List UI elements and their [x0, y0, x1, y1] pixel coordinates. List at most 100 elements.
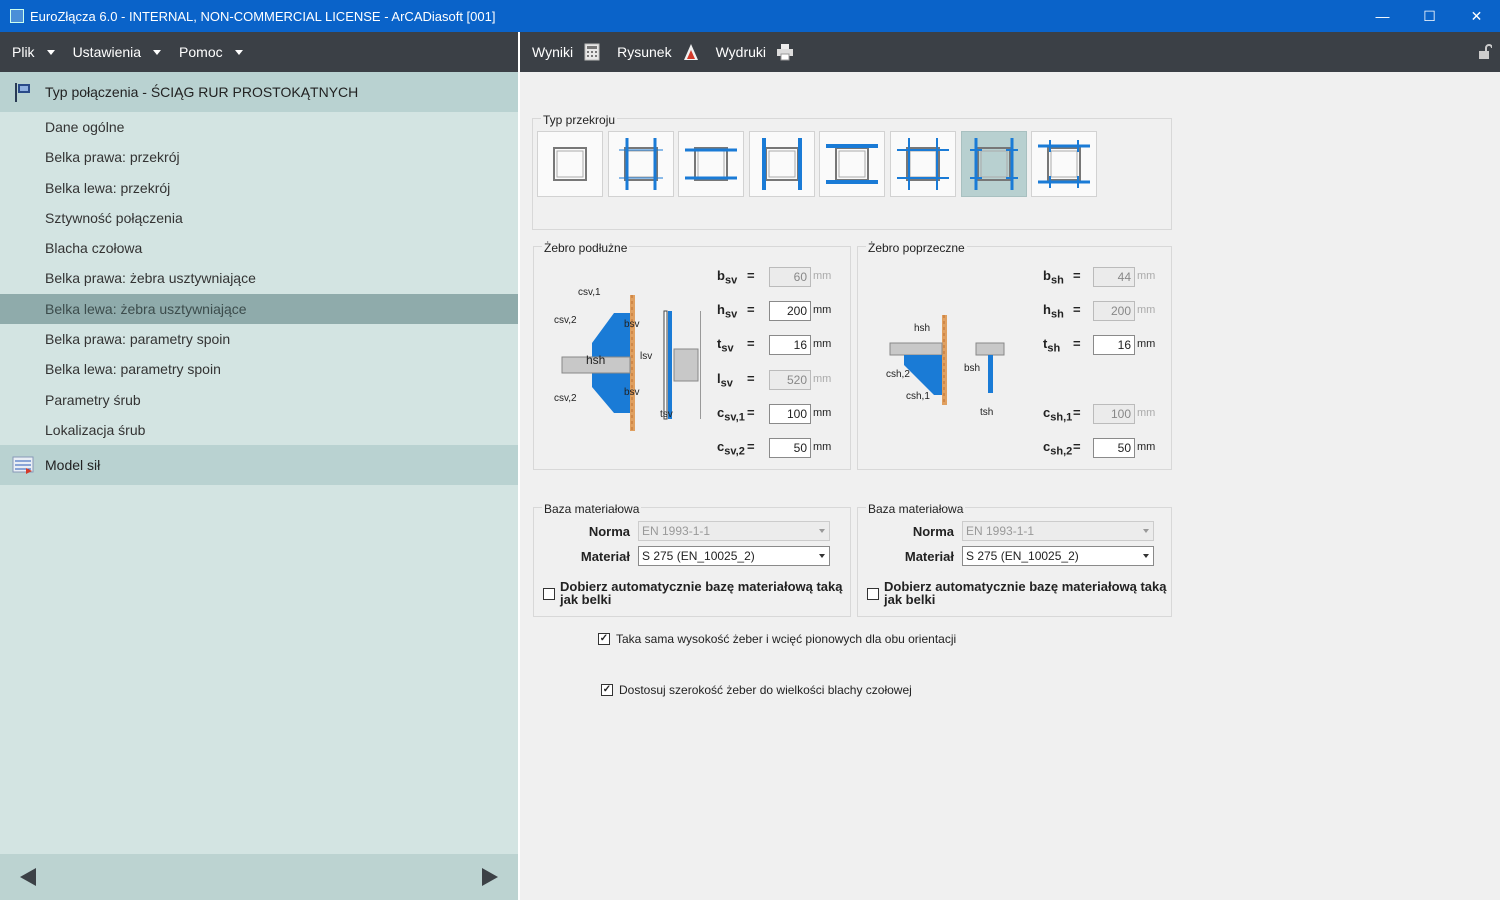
sidebar-item[interactable]: Belka prawa: żebra usztywniające	[0, 263, 518, 293]
menu-file-label: Plik	[12, 44, 35, 60]
menu-settings[interactable]: Ustawienia	[73, 44, 162, 60]
label-bsh: bsh	[964, 363, 981, 374]
label-bsv-bot: bsv	[624, 387, 640, 398]
same-height-checkbox[interactable]: ✓	[598, 633, 610, 645]
long_rib-symbol: hsv	[717, 302, 737, 321]
label-bsv-top: bsv	[624, 319, 640, 330]
drawing-button[interactable]: Rysunek	[617, 43, 699, 61]
material-left-group: Baza materiałowa Norma EN 1993-1-1 Mater…	[533, 502, 851, 617]
close-button[interactable]: ✕	[1453, 0, 1500, 32]
sidebar-item[interactable]: Dane ogólne	[0, 112, 518, 142]
trans_rib-unit: mm	[1137, 407, 1156, 419]
long_rib-symbol: csv,1	[717, 405, 745, 424]
section-type-option-1[interactable]	[537, 131, 603, 197]
long_rib-unit: mm	[813, 373, 832, 385]
minimize-button[interactable]: —	[1359, 0, 1406, 32]
long_rib-symbol-letter: b	[717, 268, 725, 283]
sidebar-item[interactable]: Blacha czołowa	[0, 233, 518, 263]
material-label-left: Materiał	[580, 549, 630, 564]
long_rib-symbol: lsv	[717, 371, 733, 390]
trans_rib-unit: mm	[1137, 441, 1156, 453]
long_rib-unit: mm	[813, 441, 832, 453]
material-value-right: S 275 (EN_10025_2)	[966, 549, 1079, 563]
section-type-option-8[interactable]	[1031, 131, 1098, 197]
section-shape-icon	[826, 144, 879, 184]
trans_rib-value-input[interactable]: 50	[1093, 438, 1135, 458]
label-tsh: tsh	[980, 407, 994, 418]
long_rib-value-input[interactable]: 100	[769, 404, 811, 424]
material-left-title: Baza materiałowa	[542, 502, 642, 516]
trans_rib-symbol-letter: b	[1043, 268, 1051, 283]
auto-material-label-right-2: jak belki	[884, 592, 936, 607]
auto-material-label-left-2: jak belki	[560, 592, 612, 607]
section-type-option-7[interactable]	[960, 131, 1027, 197]
section-type-group: Typ przekroju	[532, 113, 1172, 230]
long_rib-value-input[interactable]: 16	[769, 335, 811, 355]
menu-file[interactable]: Plik	[12, 44, 55, 60]
auto-material-checkbox-left[interactable]	[543, 588, 555, 600]
long_rib-unit: mm	[813, 338, 832, 350]
section-type-option-2[interactable]	[607, 131, 674, 197]
material-label-right: Materiał	[904, 549, 954, 564]
norm-value-right: EN 1993-1-1	[966, 524, 1035, 538]
trans_rib-symbol: csh,2	[1043, 439, 1072, 458]
section-type-option-4[interactable]	[748, 131, 815, 197]
trans_rib-symbol-sub: sh	[1050, 308, 1064, 321]
long_rib-unit: mm	[813, 270, 832, 282]
window-controls: — ☐ ✕	[1359, 0, 1500, 32]
section-type-option-3[interactable]	[678, 131, 745, 197]
maximize-button[interactable]: ☐	[1406, 0, 1453, 32]
sidebar-header-label: Typ połączenia - ŚCIĄG RUR PROSTOKĄTNYCH	[45, 84, 359, 100]
sidebar-item[interactable]: Parametry śrub	[0, 385, 518, 415]
long_rib-symbol-sub: sv	[724, 308, 738, 321]
arrow-left-icon[interactable]	[20, 868, 36, 886]
trans_rib-symbol: hsh	[1043, 302, 1064, 321]
section-type-option-5[interactable]	[819, 131, 886, 197]
section-type-option-6[interactable]	[890, 131, 956, 197]
results-button[interactable]: Wyniki	[532, 43, 601, 61]
trans_rib-value-input[interactable]: 16	[1093, 335, 1135, 355]
long-rib-diagram	[561, 295, 701, 431]
sidebar-item[interactable]: Belka prawa: przekrój	[0, 142, 518, 172]
sidebar-item[interactable]: Lokalizacja śrub	[0, 415, 518, 445]
long_rib-symbol-letter: h	[717, 302, 725, 317]
section-shape-icon	[553, 147, 587, 181]
material-select-right[interactable]: S 275 (EN_10025_2)	[962, 546, 1154, 566]
chevron-down-icon	[819, 529, 825, 533]
sidebar-header-force-model[interactable]: Model sił	[0, 445, 518, 486]
section-shape-icon	[897, 138, 949, 190]
force-model-icon	[12, 456, 34, 475]
trans_rib-equals: =	[1073, 302, 1081, 317]
auto-material-checkbox-right[interactable]	[867, 588, 879, 600]
sidebar-item[interactable]: Belka lewa: żebra usztywniające	[0, 293, 518, 325]
label-csv2-bot: csv,2	[554, 393, 577, 404]
long_rib-unit: mm	[813, 304, 832, 316]
chevron-down-icon	[819, 554, 825, 558]
trans-rib-group: Żebro poprzeczne hsh bsh csh,2 csh,1 tsh…	[857, 241, 1172, 470]
lock-icon[interactable]	[1478, 44, 1492, 60]
trans_rib-symbol-sub: sh,2	[1050, 445, 1073, 458]
sidebar-header-connection-type[interactable]: Typ połączenia - ŚCIĄG RUR PROSTOKĄTNYCH	[0, 72, 518, 112]
drawing-icon	[683, 44, 698, 60]
same-height-label: Taka sama wysokość żeber i wcięć pionowy…	[616, 632, 957, 646]
trans_rib-symbol: bsh	[1043, 268, 1064, 287]
trans_rib-symbol-sub: sh	[1050, 274, 1064, 287]
long_rib-value-input[interactable]: 50	[769, 438, 811, 458]
sidebar-item[interactable]: Belka prawa: parametry spoin	[0, 324, 518, 354]
arrow-right-icon[interactable]	[482, 868, 498, 886]
section-shape-icon	[685, 147, 738, 181]
trans_rib-equals: =	[1073, 336, 1081, 351]
sidebar-item[interactable]: Sztywność połączenia	[0, 203, 518, 233]
norm-select-right: EN 1993-1-1	[962, 521, 1154, 541]
menu-help[interactable]: Pomoc	[179, 44, 243, 60]
sidebar-item[interactable]: Belka lewa: przekrój	[0, 173, 518, 203]
chevron-down-icon	[234, 49, 243, 55]
sidebar-item[interactable]: Belka lewa: parametry spoin	[0, 354, 518, 384]
long_rib-symbol-sub: sv	[721, 342, 734, 355]
material-select-left[interactable]: S 275 (EN_10025_2)	[638, 546, 830, 566]
adjust-width-checkbox[interactable]: ✓	[601, 684, 613, 696]
prints-button[interactable]: Wydruki	[716, 43, 794, 61]
section-shape-icon	[969, 138, 1018, 190]
long_rib-value-input[interactable]: 200	[769, 301, 811, 321]
flag-icon	[15, 83, 30, 102]
